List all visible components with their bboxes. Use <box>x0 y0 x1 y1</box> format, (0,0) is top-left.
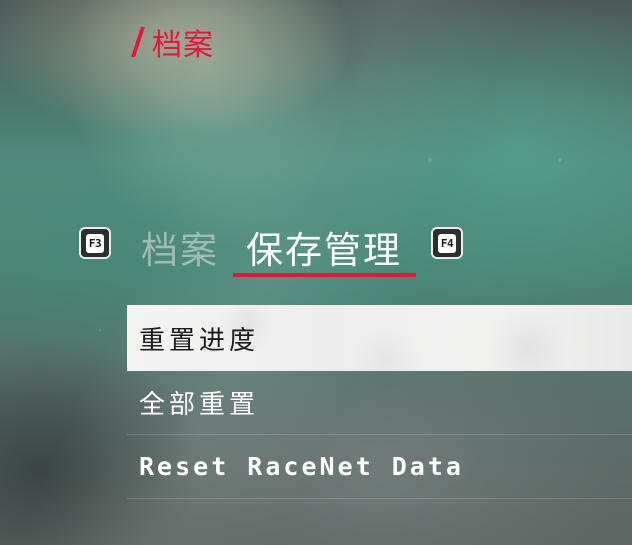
prev-tab-key-label: F3 <box>85 233 105 253</box>
menu-item-reset-racenet-data[interactable]: Reset RaceNet Data <box>127 435 632 499</box>
tab-save-management[interactable]: 保存管理 <box>246 220 402 274</box>
prev-tab-key-hint[interactable]: F3 <box>79 227 111 259</box>
menu-item-label: Reset RaceNet Data <box>139 452 464 481</box>
menu-item-reset-progress[interactable]: 重置进度 <box>127 305 632 371</box>
menu-item-reset-all[interactable]: 全部重置 <box>127 371 632 435</box>
page-title-text: 档案 <box>152 28 214 63</box>
menu-item-label: 重置进度 <box>139 325 260 356</box>
tab-bar: F3 档案 保存管理 F4 <box>0 220 632 280</box>
next-tab-key-label: F4 <box>437 233 457 253</box>
active-tab-indicator <box>233 273 416 277</box>
tab-profile[interactable]: 档案 <box>141 220 219 274</box>
title-slash-decoration <box>131 27 145 57</box>
next-tab-key-hint[interactable]: F4 <box>431 227 463 259</box>
menu-list: 重置进度 全部重置 Reset RaceNet Data <box>127 305 632 499</box>
page-title: 档案 <box>131 22 214 63</box>
menu-item-label: 全部重置 <box>139 390 260 420</box>
